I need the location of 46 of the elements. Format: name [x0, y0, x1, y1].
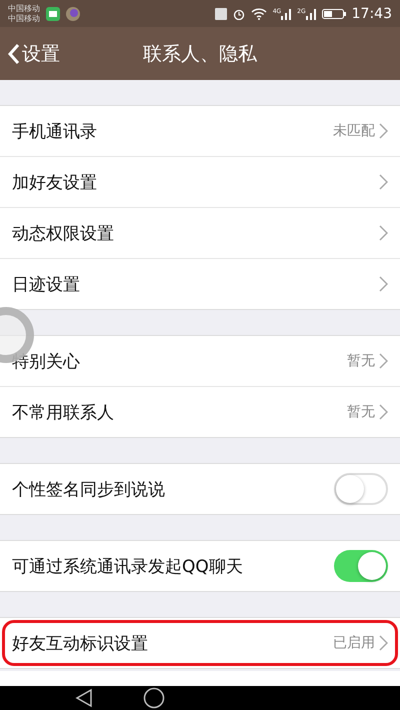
row-label: 日迹设置 [12, 274, 81, 296]
page-title: 联系人、隐私 [143, 42, 257, 66]
row-value: 已启用 [333, 634, 375, 652]
back-button[interactable]: 设置 [0, 40, 60, 66]
carrier-name: 中国移动 [8, 14, 40, 24]
chevron-icon [379, 225, 388, 241]
row-label: 特别关心 [12, 350, 81, 372]
chevron-icon [379, 635, 388, 651]
app-icon [66, 6, 80, 20]
signal-icon [306, 8, 316, 20]
chevron-icon [379, 174, 388, 190]
home-nav-icon[interactable] [143, 687, 165, 709]
alarm-icon [232, 8, 245, 20]
settings-row[interactable]: 个性签名同步到说说 [0, 464, 400, 514]
row-label: 好友互动标识设置 [12, 632, 149, 654]
settings-row[interactable]: 手机通讯录 未匹配 [0, 106, 400, 157]
row-value: 未匹配 [333, 122, 375, 140]
message-app-icon [46, 6, 60, 20]
signal-icon [281, 8, 292, 20]
chevron-icon [379, 404, 388, 420]
row-label: 手机通讯录 [12, 120, 98, 142]
settings-row[interactable]: 动态权限设置 [0, 208, 400, 259]
carrier-name: 中国移动 [8, 4, 40, 14]
settings-row[interactable]: 加好友设置 [0, 157, 400, 208]
back-icon [8, 42, 20, 64]
chevron-icon [379, 276, 388, 292]
row-label: 可通过系统通讯录发起QQ聊天 [12, 556, 244, 578]
settings-row[interactable]: 可通过系统通讯录发起QQ聊天 [0, 541, 400, 591]
row-value: 暂无 [347, 352, 375, 370]
settings-row[interactable]: 特别关心 暂无 [0, 336, 400, 387]
chevron-icon [379, 353, 388, 369]
row-label: 个性签名同步到说说 [12, 478, 166, 500]
highlighted-settings-row[interactable]: 好友互动标识设置 已启用 [0, 618, 400, 668]
row-label: 不常用联系人 [12, 402, 115, 424]
row-label: 动态权限设置 [12, 222, 115, 244]
toggle-switch[interactable] [334, 473, 388, 505]
row-value: 暂无 [347, 403, 375, 421]
back-nav-icon[interactable] [75, 688, 93, 708]
settings-row[interactable]: 不常用联系人 暂无 [0, 387, 400, 437]
row-label: 加好友设置 [12, 172, 98, 194]
chevron-icon [379, 123, 388, 139]
battery-icon [322, 8, 346, 20]
toggle-switch[interactable] [334, 550, 388, 582]
settings-row[interactable]: 日迹设置 [0, 259, 400, 309]
clock-time: 17:43 [352, 6, 392, 22]
wifi-icon [250, 8, 267, 20]
